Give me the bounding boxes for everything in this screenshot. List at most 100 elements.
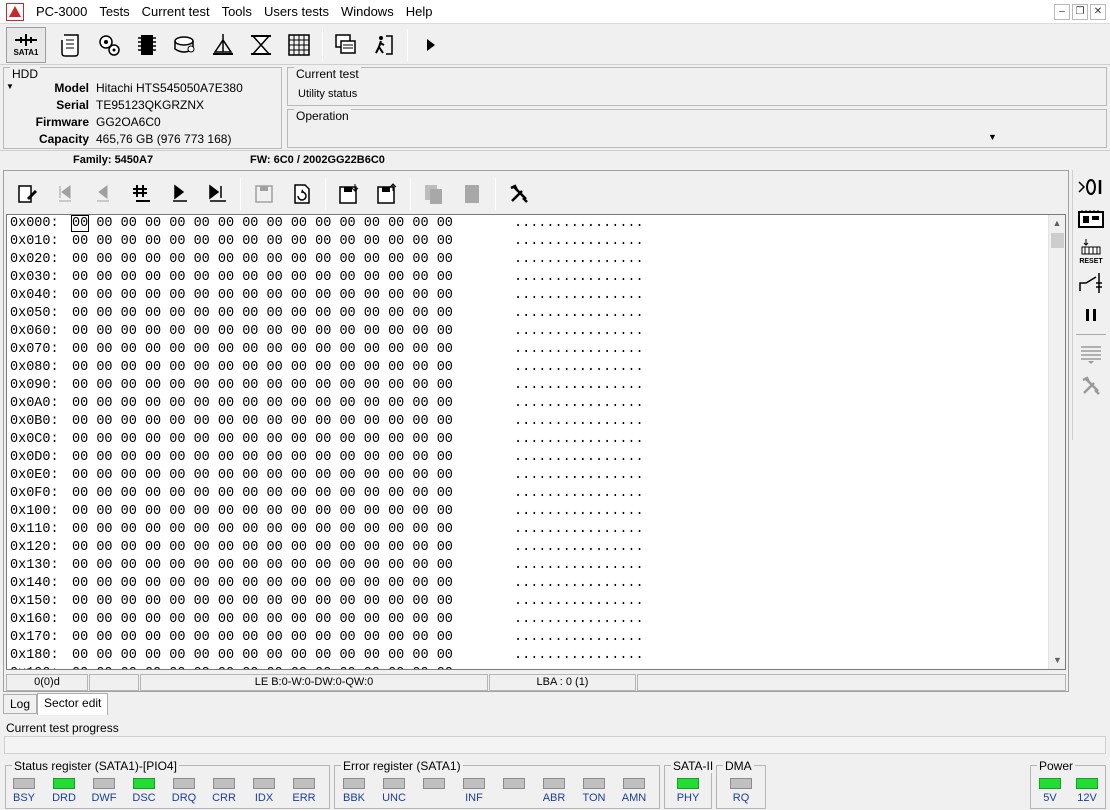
hex-byte[interactable]: 00	[242, 648, 258, 663]
hex-byte[interactable]: 00	[194, 540, 210, 555]
hex-byte[interactable]: 00	[96, 540, 112, 555]
operation-dropdown-icon[interactable]: ▼	[988, 132, 997, 142]
hex-byte[interactable]: 00	[145, 378, 161, 393]
hex-byte[interactable]: 00	[388, 504, 404, 519]
hex-byte[interactable]: 00	[72, 396, 88, 411]
hex-byte[interactable]: 00	[315, 576, 331, 591]
hex-byte[interactable]: 00	[218, 342, 234, 357]
scroll-thumb[interactable]	[1051, 233, 1064, 248]
hex-byte[interactable]: 00	[412, 324, 428, 339]
hex-byte[interactable]: 00	[72, 270, 88, 285]
hex-byte[interactable]: 00	[194, 414, 210, 429]
zone-button[interactable]	[242, 27, 280, 63]
hex-byte[interactable]: 00	[242, 252, 258, 267]
hex-byte[interactable]: 00	[437, 288, 453, 303]
hex-ascii[interactable]: ................	[514, 431, 644, 449]
hex-byte[interactable]: 00	[194, 486, 210, 501]
hex-byte[interactable]: 00	[194, 216, 210, 231]
hex-byte[interactable]: 00	[267, 594, 283, 609]
hex-byte[interactable]: 00	[291, 666, 307, 669]
hex-byte[interactable]: 00	[339, 324, 355, 339]
hex-byte[interactable]: 00	[96, 594, 112, 609]
menu-help[interactable]: Help	[400, 0, 439, 24]
hex-ascii[interactable]: ................	[514, 521, 644, 539]
hex-byte[interactable]: 00	[242, 324, 258, 339]
hex-byte[interactable]: 00	[315, 324, 331, 339]
hex-byte[interactable]: 00	[437, 504, 453, 519]
hex-byte[interactable]: 00	[291, 558, 307, 573]
hex-byte[interactable]: 00	[291, 414, 307, 429]
prev-sector-button[interactable]	[84, 176, 122, 212]
goto-sector-button[interactable]	[122, 176, 160, 212]
hex-byte[interactable]: 00	[437, 378, 453, 393]
hex-byte[interactable]: 00	[72, 522, 88, 537]
hex-byte[interactable]: 00	[388, 342, 404, 357]
hex-byte[interactable]: 00	[315, 288, 331, 303]
hex-byte[interactable]: 00	[291, 576, 307, 591]
hex-byte[interactable]: 00	[121, 486, 137, 501]
hex-byte[interactable]: 00	[267, 288, 283, 303]
hex-byte[interactable]: 00	[121, 522, 137, 537]
hex-byte[interactable]: 00	[291, 288, 307, 303]
hex-byte[interactable]: 00	[412, 342, 428, 357]
hex-byte[interactable]: 00	[121, 468, 137, 483]
hex-byte[interactable]: 00	[364, 594, 380, 609]
next-sector-button[interactable]	[160, 176, 198, 212]
hex-byte[interactable]: 00	[169, 558, 185, 573]
hex-byte[interactable]: 00	[145, 468, 161, 483]
hex-byte[interactable]: 00	[388, 558, 404, 573]
hex-byte[interactable]: 00	[315, 396, 331, 411]
hex-byte[interactable]: 00	[121, 378, 137, 393]
hex-byte[interactable]: 00	[194, 324, 210, 339]
hex-byte[interactable]: 00	[412, 486, 428, 501]
hex-byte[interactable]: 00	[72, 414, 88, 429]
hex-byte[interactable]: 00	[96, 522, 112, 537]
hex-byte[interactable]: 00	[218, 432, 234, 447]
hex-byte[interactable]: 00	[169, 576, 185, 591]
hex-byte[interactable]: 00	[412, 522, 428, 537]
hex-byte[interactable]: 00	[145, 630, 161, 645]
hex-byte[interactable]: 00	[242, 432, 258, 447]
hex-byte[interactable]: 00	[437, 324, 453, 339]
hex-byte[interactable]: 00	[72, 594, 88, 609]
minimize-icon[interactable]: –	[1054, 4, 1070, 20]
hex-byte[interactable]: 00	[242, 234, 258, 249]
hex-byte[interactable]: 00	[339, 252, 355, 267]
hex-byte[interactable]: 00	[291, 486, 307, 501]
hex-byte[interactable]: 00	[267, 540, 283, 555]
hex-byte[interactable]: 00	[72, 450, 88, 465]
hex-byte[interactable]: 00	[412, 594, 428, 609]
hex-byte[interactable]: 00	[339, 288, 355, 303]
hex-byte[interactable]: 00	[121, 540, 137, 555]
hex-byte[interactable]: 00	[194, 666, 210, 669]
hex-byte[interactable]: 00	[437, 414, 453, 429]
hex-byte[interactable]: 00	[291, 252, 307, 267]
hex-byte[interactable]: 00	[437, 576, 453, 591]
paste-button[interactable]	[453, 176, 491, 212]
disk-button[interactable]	[166, 27, 204, 63]
hex-byte[interactable]: 00	[339, 378, 355, 393]
hex-byte[interactable]: 00	[267, 234, 283, 249]
hex-byte[interactable]: 00	[437, 252, 453, 267]
hex-byte[interactable]: 00	[218, 324, 234, 339]
hex-byte[interactable]: 00	[194, 306, 210, 321]
hex-byte[interactable]: 00	[72, 666, 88, 669]
hex-byte[interactable]: 00	[121, 450, 137, 465]
hex-byte[interactable]: 00	[388, 414, 404, 429]
hex-byte[interactable]: 00	[267, 558, 283, 573]
hex-view[interactable]: 0x000: 00 00 00 00 00 00 00 00 00 00 00 0…	[6, 214, 1066, 670]
hex-byte[interactable]: 00	[267, 630, 283, 645]
hex-byte[interactable]: 00	[388, 648, 404, 663]
hex-byte[interactable]: 00	[291, 234, 307, 249]
hex-byte[interactable]: 00	[194, 378, 210, 393]
hex-byte[interactable]: 00	[145, 432, 161, 447]
hex-byte[interactable]: 00	[169, 414, 185, 429]
hex-byte[interactable]: 00	[72, 234, 88, 249]
hex-byte[interactable]: 00	[315, 234, 331, 249]
hex-byte[interactable]: 00	[96, 288, 112, 303]
menu-tests[interactable]: Tests	[93, 0, 135, 24]
hex-ascii[interactable]: ................	[514, 215, 644, 233]
menu-current-test[interactable]: Current test	[136, 0, 216, 24]
hex-byte[interactable]: 00	[291, 450, 307, 465]
last-sector-button[interactable]	[198, 176, 236, 212]
